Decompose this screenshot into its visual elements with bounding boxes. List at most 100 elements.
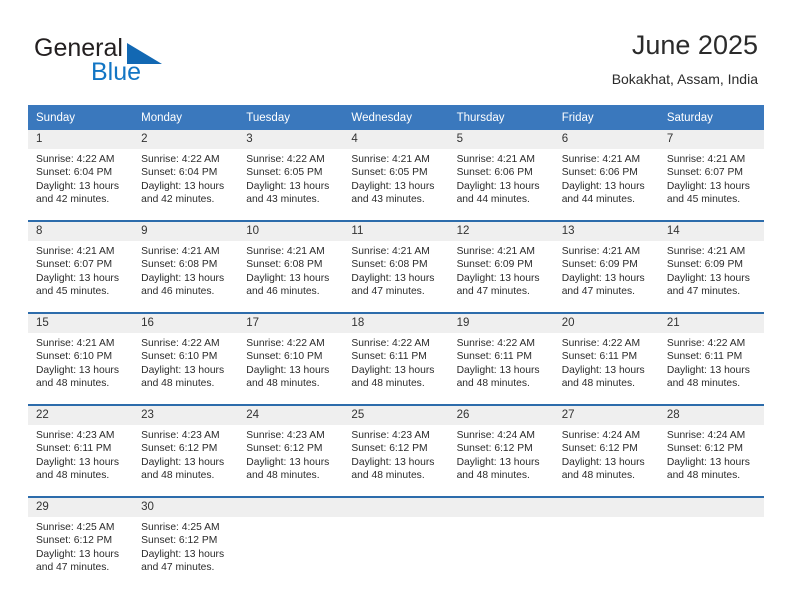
day-daylight-line1-text: Daylight: 13 hours	[351, 456, 435, 468]
day-sunrise-text: Sunrise: 4:21 AM	[561, 154, 641, 165]
calendar-day-cell[interactable]: 25 Sunrise: 4:23 AM Sunset: 6:12 PM Dayligh…	[343, 404, 449, 497]
day-details: Sunrise: 4:22 AM Sunset: 6:11 PM Daylight:…	[659, 333, 764, 391]
calendar-day-cell[interactable]: 8 Sunrise: 4:21 AM Sunset: 6:07 PM Daylight…	[28, 220, 134, 313]
day-daylight-line1-text: Daylight: 13 hours	[36, 272, 119, 284]
day-sunset-text: Sunset: 6:08 PM	[246, 259, 323, 271]
general-blue-logo[interactable]: General Blue	[34, 34, 204, 86]
day-daylight-line2-text: and 48 minutes.	[561, 470, 635, 482]
calendar-week-row: 1 Sunrise: 4:22 AM Sunset: 6:04 PM Daylight…	[28, 130, 764, 221]
day-sunrise-text: Sunrise: 4:21 AM	[666, 246, 746, 257]
day-daylight-line1-text: Daylight: 13 hours	[456, 364, 540, 376]
day-number: 11	[343, 222, 449, 241]
day-daylight-line2-text: and 46 minutes.	[246, 286, 320, 298]
day-cell-inner: 22 Sunrise: 4:23 AM Sunset: 6:11 PM Dayligh…	[28, 406, 134, 496]
day-sunset-text: Sunset: 6:11 PM	[456, 351, 532, 363]
day-daylight-line1-text: Daylight: 13 hours	[666, 456, 750, 468]
calendar-day-cell[interactable]: 5 Sunrise: 4:21 AM Sunset: 6:06 PM Daylight…	[448, 130, 554, 221]
day-details: Sunrise: 4:21 AM Sunset: 6:06 PM Daylight:…	[554, 149, 659, 207]
calendar-day-cell[interactable]: 12 Sunrise: 4:21 AM Sunset: 6:09 PM Dayligh…	[448, 220, 554, 313]
day-number: 27	[553, 406, 659, 425]
calendar-day-cell[interactable]: 15 Sunrise: 4:21 AM Sunset: 6:10 PM Dayligh…	[28, 312, 134, 405]
day-sunset-text: Sunset: 6:04 PM	[141, 167, 218, 179]
calendar-day-cell[interactable]: 29 Sunrise: 4:25 AM Sunset: 6:12 PM Dayligh…	[28, 496, 134, 588]
day-details: Sunrise: 4:21 AM Sunset: 6:10 PM Daylight:…	[28, 333, 133, 391]
day-details: Sunrise: 4:22 AM Sunset: 6:11 PM Daylight:…	[449, 333, 554, 391]
day-details: Sunrise: 4:21 AM Sunset: 6:07 PM Daylight:…	[659, 149, 764, 207]
day-cell-inner: 15 Sunrise: 4:21 AM Sunset: 6:10 PM Dayligh…	[28, 314, 134, 404]
day-cell-inner: 23 Sunrise: 4:23 AM Sunset: 6:12 PM Dayligh…	[133, 406, 239, 496]
day-cell-inner: 19 Sunrise: 4:22 AM Sunset: 6:11 PM Dayligh…	[448, 314, 554, 404]
day-number: 29	[28, 498, 134, 517]
calendar-week-row: 15 Sunrise: 4:21 AM Sunset: 6:10 PM Dayligh…	[28, 312, 764, 405]
calendar-day-cell[interactable]: 1 Sunrise: 4:22 AM Sunset: 6:04 PM Daylight…	[28, 130, 134, 221]
day-daylight-line2-text: and 48 minutes.	[561, 378, 635, 390]
day-number: 8	[28, 222, 134, 241]
day-details: Sunrise: 4:22 AM Sunset: 6:11 PM Daylight:…	[343, 333, 448, 391]
calendar-day-cell[interactable]: 4 Sunrise: 4:21 AM Sunset: 6:05 PM Daylight…	[343, 130, 449, 221]
calendar-day-cell[interactable]: 6 Sunrise: 4:21 AM Sunset: 6:06 PM Daylight…	[553, 130, 659, 221]
day-cell-inner: 26 Sunrise: 4:24 AM Sunset: 6:12 PM Dayligh…	[448, 406, 554, 496]
day-details	[554, 517, 659, 521]
calendar-day-cell[interactable]: 28 Sunrise: 4:24 AM Sunset: 6:12 PM Dayligh…	[658, 404, 764, 497]
calendar-day-cell[interactable]: 9 Sunrise: 4:21 AM Sunset: 6:08 PM Daylight…	[133, 220, 239, 313]
day-daylight-line1-text: Daylight: 13 hours	[456, 180, 540, 192]
day-details: Sunrise: 4:21 AM Sunset: 6:08 PM Daylight:…	[343, 241, 448, 299]
day-daylight-line1-text: Daylight: 13 hours	[561, 364, 645, 376]
page-title: June 2025	[631, 30, 758, 60]
day-sunrise-text: Sunrise: 4:23 AM	[141, 430, 220, 441]
day-daylight-line2-text: and 48 minutes.	[36, 378, 110, 390]
calendar-day-cell[interactable]: 21 Sunrise: 4:22 AM Sunset: 6:11 PM Dayligh…	[658, 312, 764, 405]
calendar-day-cell[interactable]: 17 Sunrise: 4:22 AM Sunset: 6:10 PM Dayligh…	[238, 312, 344, 405]
day-daylight-line1-text: Daylight: 13 hours	[666, 272, 750, 284]
calendar-day-cell[interactable]: 13 Sunrise: 4:21 AM Sunset: 6:09 PM Dayligh…	[553, 220, 659, 313]
day-daylight-line1-text: Daylight: 13 hours	[246, 456, 330, 468]
day-number: 17	[238, 314, 344, 333]
day-sunrise-text: Sunrise: 4:21 AM	[561, 246, 641, 257]
day-sunset-text: Sunset: 6:12 PM	[456, 443, 533, 455]
day-daylight-line2-text: and 47 minutes.	[36, 562, 110, 574]
day-details: Sunrise: 4:22 AM Sunset: 6:11 PM Daylight:…	[554, 333, 659, 391]
calendar-week-row: 29 Sunrise: 4:25 AM Sunset: 6:12 PM Dayligh…	[28, 496, 764, 588]
calendar-day-cell[interactable]: 20 Sunrise: 4:22 AM Sunset: 6:11 PM Dayligh…	[553, 312, 659, 405]
weekday-header-sunday: Sunday	[28, 105, 134, 130]
day-daylight-line2-text: and 48 minutes.	[351, 378, 425, 390]
day-number	[238, 498, 344, 517]
calendar-day-cell[interactable]: 23 Sunrise: 4:23 AM Sunset: 6:12 PM Dayligh…	[133, 404, 239, 497]
calendar-day-cell[interactable]: 26 Sunrise: 4:24 AM Sunset: 6:12 PM Dayligh…	[448, 404, 554, 497]
weekday-header-saturday: Saturday	[658, 105, 764, 130]
calendar-day-cell[interactable]: 2 Sunrise: 4:22 AM Sunset: 6:04 PM Daylight…	[133, 130, 239, 221]
day-daylight-line1-text: Daylight: 13 hours	[246, 180, 330, 192]
day-number: 5	[448, 130, 554, 149]
day-daylight-line2-text: and 42 minutes.	[36, 194, 110, 206]
day-daylight-line1-text: Daylight: 13 hours	[561, 272, 645, 284]
day-sunrise-text: Sunrise: 4:25 AM	[36, 522, 115, 533]
calendar-day-cell[interactable]: 3 Sunrise: 4:22 AM Sunset: 6:05 PM Daylight…	[238, 130, 344, 221]
day-cell-inner: 7 Sunrise: 4:21 AM Sunset: 6:07 PM Daylight…	[658, 130, 764, 220]
calendar-day-cell[interactable]: 7 Sunrise: 4:21 AM Sunset: 6:07 PM Daylight…	[658, 130, 764, 221]
calendar-day-cell[interactable]: 24 Sunrise: 4:23 AM Sunset: 6:12 PM Dayligh…	[238, 404, 344, 497]
calendar-day-cell[interactable]: 18 Sunrise: 4:22 AM Sunset: 6:11 PM Dayligh…	[343, 312, 449, 405]
calendar-day-cell[interactable]: 22 Sunrise: 4:23 AM Sunset: 6:11 PM Dayligh…	[28, 404, 134, 497]
day-sunset-text: Sunset: 6:11 PM	[351, 351, 427, 363]
day-cell-inner: 17 Sunrise: 4:22 AM Sunset: 6:10 PM Dayligh…	[238, 314, 344, 404]
day-cell-inner: 2 Sunrise: 4:22 AM Sunset: 6:04 PM Daylight…	[133, 130, 239, 220]
day-sunset-text: Sunset: 6:06 PM	[456, 167, 533, 179]
calendar-day-cell[interactable]: 19 Sunrise: 4:22 AM Sunset: 6:11 PM Dayligh…	[448, 312, 554, 405]
day-sunset-text: Sunset: 6:10 PM	[36, 351, 113, 363]
calendar-day-cell[interactable]: 14 Sunrise: 4:21 AM Sunset: 6:09 PM Dayligh…	[658, 220, 764, 313]
day-cell-inner: 13 Sunrise: 4:21 AM Sunset: 6:09 PM Dayligh…	[553, 222, 659, 312]
day-daylight-line2-text: and 45 minutes.	[36, 286, 110, 298]
day-details: Sunrise: 4:21 AM Sunset: 6:06 PM Daylight:…	[449, 149, 554, 207]
calendar-day-cell[interactable]: 11 Sunrise: 4:21 AM Sunset: 6:08 PM Dayligh…	[343, 220, 449, 313]
day-sunset-text: Sunset: 6:04 PM	[36, 167, 113, 179]
day-sunrise-text: Sunrise: 4:21 AM	[36, 246, 115, 257]
calendar-day-cell[interactable]: 27 Sunrise: 4:24 AM Sunset: 6:12 PM Dayligh…	[553, 404, 659, 497]
day-daylight-line2-text: and 48 minutes.	[246, 378, 320, 390]
calendar-day-cell[interactable]: 30 Sunrise: 4:25 AM Sunset: 6:12 PM Dayligh…	[133, 496, 239, 588]
day-details: Sunrise: 4:21 AM Sunset: 6:08 PM Daylight:…	[238, 241, 343, 299]
day-cell-inner: 9 Sunrise: 4:21 AM Sunset: 6:08 PM Daylight…	[133, 222, 239, 312]
day-details: Sunrise: 4:23 AM Sunset: 6:11 PM Daylight:…	[28, 425, 133, 483]
day-sunrise-text: Sunrise: 4:24 AM	[561, 430, 641, 441]
calendar-day-cell[interactable]: 16 Sunrise: 4:22 AM Sunset: 6:10 PM Dayligh…	[133, 312, 239, 405]
calendar-day-cell[interactable]: 10 Sunrise: 4:21 AM Sunset: 6:08 PM Dayligh…	[238, 220, 344, 313]
